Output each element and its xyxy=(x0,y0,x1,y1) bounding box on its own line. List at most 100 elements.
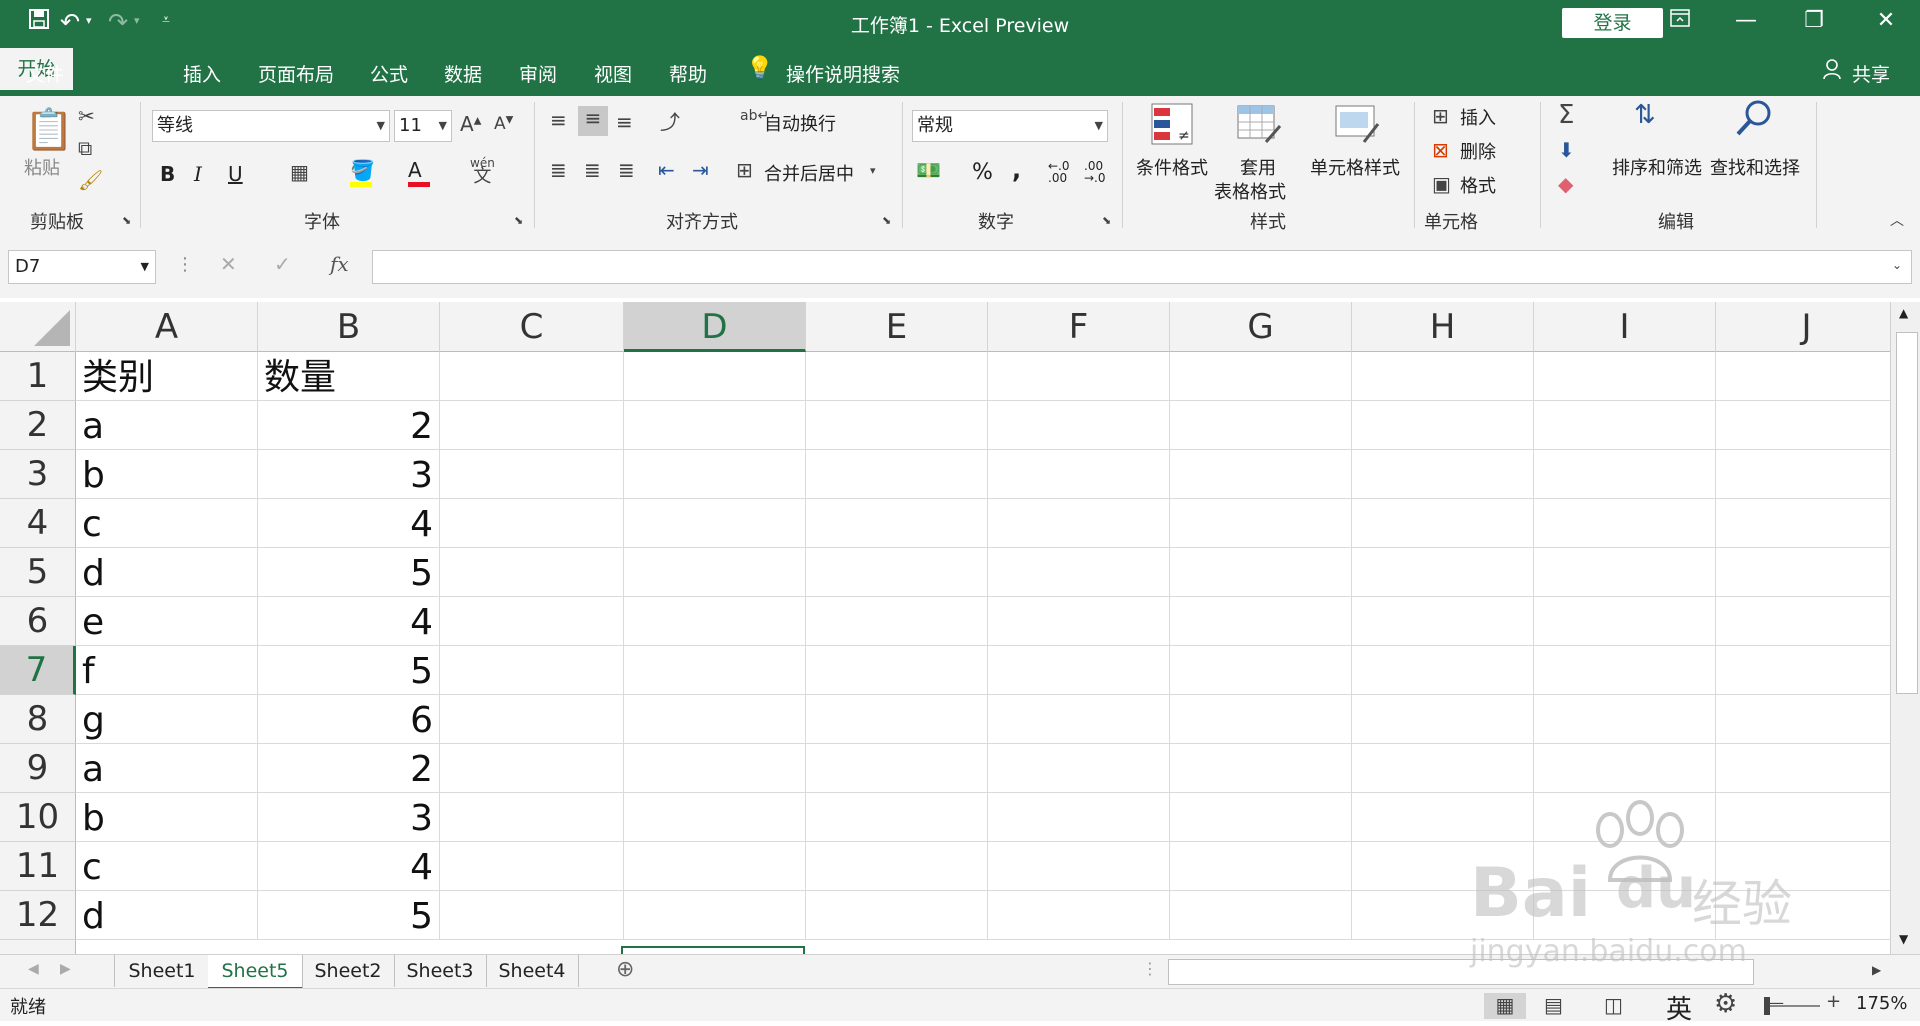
cell-d6[interactable] xyxy=(624,597,806,646)
cell-e11[interactable] xyxy=(806,842,988,891)
cell-i3[interactable] xyxy=(1534,450,1716,499)
chevron-down-icon[interactable]: ▾ xyxy=(870,164,876,177)
cell-i7[interactable] xyxy=(1534,646,1716,695)
italic-button[interactable]: I xyxy=(194,162,202,186)
cell-a7[interactable]: f xyxy=(76,646,258,695)
align-center-icon[interactable]: ≣ xyxy=(584,158,601,182)
format-painter-icon[interactable]: 🖌 xyxy=(78,168,103,192)
decrease-decimal-button[interactable]: .00 →.0 xyxy=(1084,160,1108,184)
cell-b5[interactable]: 5 xyxy=(258,548,440,597)
cell-a6[interactable]: e xyxy=(76,597,258,646)
cell-b1[interactable]: 数量 xyxy=(258,352,440,401)
cell-b9[interactable]: 2 xyxy=(258,744,440,793)
format-as-table-line1[interactable]: 套用 xyxy=(1240,154,1276,180)
cell-j8[interactable] xyxy=(1716,695,1890,744)
fill-icon[interactable]: ⬇ xyxy=(1558,138,1575,162)
cell-h4[interactable] xyxy=(1352,499,1534,548)
cell-h5[interactable] xyxy=(1352,548,1534,597)
row-header[interactable]: 11 xyxy=(0,842,76,891)
number-format-combo[interactable]: 常规 ▼ xyxy=(912,110,1108,142)
cell-e4[interactable] xyxy=(806,499,988,548)
format-as-table-button[interactable]: 表格格式 xyxy=(1214,178,1286,204)
decrease-indent-icon[interactable]: ⇤ xyxy=(658,158,675,182)
cell-b12[interactable]: 5 xyxy=(258,891,440,940)
cell-b10[interactable]: 3 xyxy=(258,793,440,842)
column-header-b[interactable]: B xyxy=(258,302,440,352)
row-header[interactable]: 7 xyxy=(0,646,76,695)
cell-g1[interactable] xyxy=(1170,352,1352,401)
cell-a3[interactable]: b xyxy=(76,450,258,499)
clear-icon[interactable]: ◆ xyxy=(1558,172,1573,196)
tell-me-search[interactable]: 操作说明搜索 xyxy=(786,60,900,87)
name-box[interactable]: D7 ▼ xyxy=(8,250,156,284)
cell-b4[interactable]: 4 xyxy=(258,499,440,548)
align-bottom-icon[interactable]: ≡ xyxy=(616,110,633,134)
scroll-up-icon[interactable]: ▲ xyxy=(1899,306,1908,320)
cell-d9[interactable] xyxy=(624,744,806,793)
cell-h9[interactable] xyxy=(1352,744,1534,793)
font-size-combo[interactable]: 11 ▼ xyxy=(394,110,452,142)
percent-style-button[interactable]: % xyxy=(972,160,993,185)
cell-e8[interactable] xyxy=(806,695,988,744)
cell-d8[interactable] xyxy=(624,695,806,744)
cell-c5[interactable] xyxy=(440,548,624,597)
cell-g5[interactable] xyxy=(1170,548,1352,597)
find-select-button[interactable]: 查找和选择 xyxy=(1710,154,1800,180)
cell-a9[interactable]: a xyxy=(76,744,258,793)
add-sheet-icon[interactable]: ⊕ xyxy=(616,957,634,982)
cell-d4[interactable] xyxy=(624,499,806,548)
enter-icon[interactable]: ✓ xyxy=(274,252,291,276)
cell-c2[interactable] xyxy=(440,401,624,450)
cell-g6[interactable] xyxy=(1170,597,1352,646)
fill-color-icon[interactable]: 🪣 xyxy=(350,158,375,187)
increase-font-size-icon[interactable]: A▲ xyxy=(460,112,481,136)
gear-icon[interactable]: ⚙ xyxy=(1714,989,1737,1019)
alignment-launcher-icon[interactable]: ⬊ xyxy=(882,214,891,227)
zoom-slider-thumb[interactable] xyxy=(1764,997,1770,1015)
copy-icon[interactable]: ⧉ xyxy=(78,136,92,160)
cell-e1[interactable] xyxy=(806,352,988,401)
cell-d7[interactable] xyxy=(624,646,806,695)
expand-formula-bar-icon[interactable]: ⌄ xyxy=(1892,258,1902,272)
increase-indent-icon[interactable]: ⇥ xyxy=(692,158,709,182)
row-header[interactable]: 5 xyxy=(0,548,76,597)
cell-e10[interactable] xyxy=(806,793,988,842)
font-launcher-icon[interactable]: ⬊ xyxy=(514,214,523,227)
select-all-button[interactable] xyxy=(0,302,76,352)
sort-filter-button[interactable]: 排序和筛选 xyxy=(1612,154,1702,180)
sheet-tab-sheet2[interactable]: Sheet2 xyxy=(302,955,395,987)
cell-e7[interactable] xyxy=(806,646,988,695)
cell-c12[interactable] xyxy=(440,891,624,940)
cell-f7[interactable] xyxy=(988,646,1170,695)
scroll-down-icon[interactable]: ▼ xyxy=(1899,932,1908,946)
cell-f6[interactable] xyxy=(988,597,1170,646)
borders-icon[interactable]: ▦ xyxy=(290,160,309,184)
tab-formulas[interactable]: 公式 xyxy=(370,60,408,87)
cell-b8[interactable]: 6 xyxy=(258,695,440,744)
cell-d11[interactable] xyxy=(624,842,806,891)
cell-g12[interactable] xyxy=(1170,891,1352,940)
cell-j1[interactable] xyxy=(1716,352,1890,401)
zoom-out-icon[interactable]: — xyxy=(1768,993,1784,1012)
tab-help[interactable]: 帮助 xyxy=(669,60,707,87)
align-left-icon[interactable]: ≣ xyxy=(550,158,567,182)
cell-a1[interactable]: 类别 xyxy=(76,352,258,401)
cell-h6[interactable] xyxy=(1352,597,1534,646)
cell-e2[interactable] xyxy=(806,401,988,450)
row-header-partial[interactable] xyxy=(0,940,76,954)
paste-label[interactable]: 粘贴 xyxy=(24,154,60,180)
cell-e12[interactable] xyxy=(806,891,988,940)
cell-f3[interactable] xyxy=(988,450,1170,499)
cell-g10[interactable] xyxy=(1170,793,1352,842)
sheet-tab-sheet4[interactable]: Sheet4 xyxy=(486,955,579,987)
cell-c4[interactable] xyxy=(440,499,624,548)
cell-i9[interactable] xyxy=(1534,744,1716,793)
cell-b2[interactable]: 2 xyxy=(258,401,440,450)
formula-input[interactable] xyxy=(372,250,1912,284)
scroll-right-icon[interactable]: ▶ xyxy=(1872,963,1881,977)
tab-page-layout[interactable]: 页面布局 xyxy=(258,60,334,87)
tab-review[interactable]: 审阅 xyxy=(519,60,557,87)
cell-f10[interactable] xyxy=(988,793,1170,842)
sheet-tab-sheet5[interactable]: Sheet5 xyxy=(208,955,303,990)
column-header-a[interactable]: A xyxy=(76,302,258,352)
